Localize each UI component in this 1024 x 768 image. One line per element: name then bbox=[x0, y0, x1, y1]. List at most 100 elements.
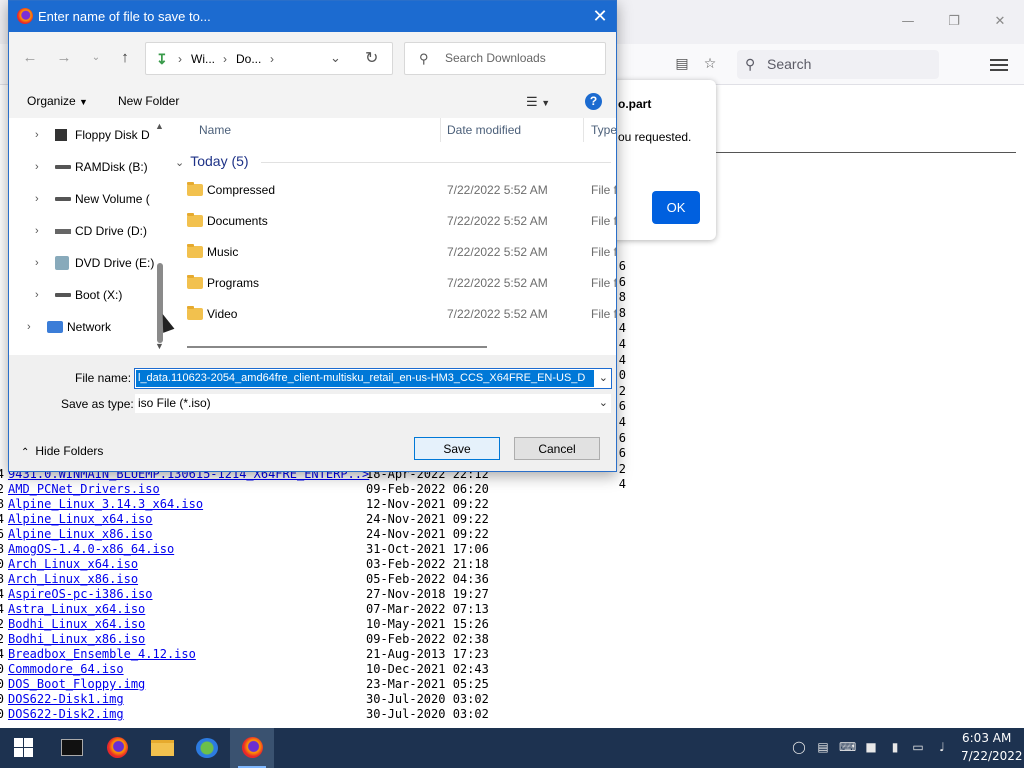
dialog-navigation-bar: ← → ⌄ ↑ ↧ › Wi... › Do... › ⌄ ↻ ⚲ Search… bbox=[9, 32, 616, 86]
hamburger-menu-icon[interactable] bbox=[990, 56, 1008, 72]
folder-date-modified: 7/22/2022 5:52 AM bbox=[447, 276, 548, 290]
terminal-icon[interactable] bbox=[49, 728, 93, 768]
listing-file-link[interactable]: AspireOS-pc-i386.iso bbox=[8, 587, 153, 602]
new-folder-button[interactable]: New Folder bbox=[118, 94, 179, 108]
file-name-input[interactable]: l_data.110623-2054_amd64fre_client-multi… bbox=[134, 368, 612, 389]
nav-item[interactable]: › RAMDisk (B:) bbox=[9, 152, 155, 182]
restore-icon[interactable]: ❐ bbox=[944, 12, 964, 32]
breadcrumb-downloads[interactable]: Do... bbox=[236, 52, 261, 66]
listing-file-link[interactable]: Bodhi_Linux_x64.iso bbox=[8, 617, 145, 632]
expand-chevron-icon[interactable]: › bbox=[35, 120, 39, 150]
desktop: — ❐ ✕ ▤ ☆ ⚲ Search o.part ou requested. … bbox=[0, 0, 1024, 768]
search-downloads-input[interactable]: ⚲ Search Downloads bbox=[404, 42, 606, 75]
column-header-date-modified[interactable]: Date modified bbox=[447, 123, 521, 137]
start-button[interactable] bbox=[2, 728, 46, 768]
address-history-chevron-icon[interactable]: ⌄ bbox=[330, 50, 341, 66]
monitor-tray-icon[interactable]: ▭ bbox=[910, 739, 926, 755]
listing-date: 09-Feb-2022 06:20 bbox=[366, 482, 489, 496]
listing-file-link[interactable]: AmogOS-1.4.0-x86_64.iso bbox=[8, 542, 174, 557]
folder-row[interactable]: Video 7/22/2022 5:52 AM File fo bbox=[165, 299, 616, 330]
firefox-taskbar-icon[interactable] bbox=[95, 728, 139, 768]
breadcrumb-windows[interactable]: Wi... bbox=[191, 52, 215, 66]
listing-file-link[interactable]: Alpine_Linux_x64.iso bbox=[8, 512, 153, 527]
address-bar[interactable]: ↧ › Wi... › Do... › ⌄ ↻ bbox=[145, 42, 393, 75]
expand-chevron-icon[interactable]: › bbox=[35, 216, 39, 246]
firefox-search-bar[interactable]: ⚲ Search bbox=[737, 50, 939, 79]
network-tool-icon[interactable] bbox=[185, 728, 229, 768]
folder-row[interactable]: Music 7/22/2022 5:52 AM File fo bbox=[165, 237, 616, 268]
listing-file-link[interactable]: Alpine_Linux_3.14.3_x64.iso bbox=[8, 497, 203, 512]
listing-file-link[interactable]: DOS622-Disk1.img bbox=[8, 692, 124, 707]
column-divider[interactable] bbox=[440, 118, 441, 142]
save-as-type-select[interactable]: iso File (*.iso) ⌄ bbox=[134, 393, 612, 414]
nav-item[interactable]: › New Volume ( bbox=[9, 184, 155, 214]
view-options-icon[interactable]: ☰ ▼ bbox=[526, 94, 550, 110]
expand-chevron-icon[interactable]: › bbox=[27, 312, 31, 342]
column-divider[interactable] bbox=[583, 118, 584, 142]
volume-muted-icon[interactable]: ♩ bbox=[934, 739, 950, 755]
nav-item-label: Network bbox=[67, 320, 112, 334]
up-arrow-icon[interactable]: ↑ bbox=[116, 49, 134, 67]
nav-item[interactable]: › Boot (X:) bbox=[9, 280, 155, 310]
close-window-icon[interactable]: ✕ bbox=[990, 12, 1010, 32]
chevron-down-icon[interactable]: ⌄ bbox=[599, 371, 608, 384]
listing-file-link[interactable]: Arch_Linux_x64.iso bbox=[8, 557, 138, 572]
folder-row[interactable]: Compressed 7/22/2022 5:52 AM File fo bbox=[165, 175, 616, 206]
listing-file-link[interactable]: Astra_Linux_x64.iso bbox=[8, 602, 145, 617]
scroll-up-icon[interactable]: ▲ bbox=[155, 121, 164, 131]
listing-file-link[interactable]: Alpine_Linux_x86.iso bbox=[8, 527, 153, 542]
save-button[interactable]: Save bbox=[414, 437, 500, 460]
folder-name: Video bbox=[207, 307, 238, 321]
column-header-name[interactable]: Name bbox=[199, 123, 231, 137]
chevron-down-icon: ⌄ bbox=[598, 397, 608, 409]
nav-item[interactable]: › Floppy Disk D bbox=[9, 120, 155, 150]
listing-file-link[interactable]: Breadbox_Ensemble_4.12.iso bbox=[8, 647, 196, 662]
usb-tray-icon[interactable]: ▮ bbox=[887, 739, 903, 755]
clock-date[interactable]: 7/22/2022 bbox=[961, 749, 1023, 763]
clock-time[interactable]: 6:03 AM bbox=[962, 731, 1011, 745]
color-tray-icon[interactable]: ■ bbox=[863, 739, 879, 755]
nav-item[interactable]: › DVD Drive (E:) bbox=[9, 248, 155, 278]
horizontal-scrollbar[interactable] bbox=[187, 346, 487, 348]
listing-file-link[interactable]: AMD_PCNet_Drivers.iso bbox=[8, 482, 160, 497]
organize-menu[interactable]: Organize ▼ bbox=[27, 94, 88, 108]
floppy-icon bbox=[55, 129, 67, 141]
folder-row[interactable]: Programs 7/22/2022 5:52 AM File fo bbox=[165, 268, 616, 299]
forward-arrow-icon[interactable]: → bbox=[55, 49, 73, 67]
bookmark-star-icon[interactable]: ☆ bbox=[701, 55, 719, 73]
refresh-icon[interactable]: ↻ bbox=[365, 48, 378, 68]
reader-view-icon[interactable]: ▤ bbox=[673, 55, 691, 73]
minimize-icon[interactable]: — bbox=[898, 12, 918, 32]
listing-file-link[interactable]: Arch_Linux_x86.iso bbox=[8, 572, 138, 587]
hide-folders-toggle[interactable]: ⌃ Hide Folders bbox=[21, 444, 103, 458]
listing-file-link[interactable]: DOS_Boot_Floppy.img bbox=[8, 677, 145, 692]
folder-name: Music bbox=[207, 245, 239, 259]
taskbar: ◯ ▤ ⌨ ■ ▮ ▭ ♩ 6:03 AM 7/22/2022 bbox=[0, 728, 1024, 768]
devices-tray-icon[interactable]: ▤ bbox=[815, 739, 831, 755]
listing-date: 07-Mar-2022 07:13 bbox=[366, 602, 489, 616]
column-header-type[interactable]: Type bbox=[591, 123, 616, 137]
cancel-button[interactable]: Cancel bbox=[514, 437, 600, 460]
listing-file-link[interactable]: Commodore_64.iso bbox=[8, 662, 124, 677]
file-explorer-icon[interactable] bbox=[140, 728, 184, 768]
group-header-today[interactable]: ⌄ Today (5) bbox=[175, 153, 249, 169]
expand-chevron-icon[interactable]: › bbox=[35, 184, 39, 214]
expand-chevron-icon[interactable]: › bbox=[35, 248, 39, 278]
dialog-close-icon[interactable]: ✕ bbox=[588, 5, 612, 27]
nav-item[interactable]: › CD Drive (D:) bbox=[9, 216, 155, 246]
network-globe-tray-icon[interactable]: ◯ bbox=[791, 739, 807, 755]
recent-locations-chevron-icon[interactable]: ⌄ bbox=[87, 49, 105, 67]
keyboard-tray-icon[interactable]: ⌨ bbox=[839, 739, 856, 755]
expand-chevron-icon[interactable]: › bbox=[35, 280, 39, 310]
back-arrow-icon[interactable]: ← bbox=[21, 49, 39, 67]
file-name-value[interactable]: l_data.110623-2054_amd64fre_client-multi… bbox=[136, 370, 594, 387]
firefox-active-taskbar-icon[interactable] bbox=[230, 728, 274, 768]
listing-file-link[interactable]: DOS622-Disk2.img bbox=[8, 707, 124, 722]
listing-file-link[interactable]: Bodhi_Linux_x86.iso bbox=[8, 632, 145, 647]
expand-chevron-icon[interactable]: › bbox=[35, 152, 39, 182]
nav-item[interactable]: › Network bbox=[9, 312, 155, 342]
folder-row[interactable]: Documents 7/22/2022 5:52 AM File fo bbox=[165, 206, 616, 237]
ok-button[interactable]: OK bbox=[652, 191, 700, 224]
scroll-down-icon[interactable]: ▼ bbox=[155, 341, 164, 351]
help-icon[interactable]: ? bbox=[585, 93, 602, 110]
